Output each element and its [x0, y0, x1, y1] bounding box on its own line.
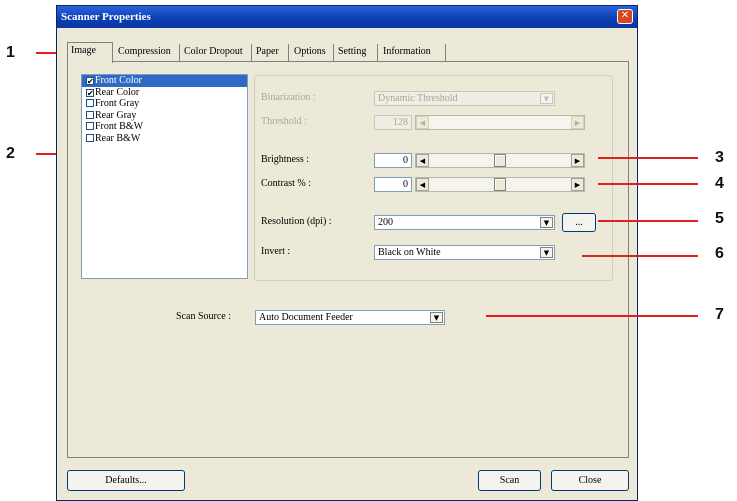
scroll-right-icon[interactable]: ▶ [571, 116, 584, 129]
scan-source-label: Scan Source : [176, 311, 231, 322]
checkbox-front-bw[interactable] [86, 122, 94, 130]
brightness-slider[interactable]: ◀ ▶ [415, 153, 585, 168]
contrast-value[interactable]: 0 [374, 177, 412, 192]
threshold-label: Threshold : [261, 116, 307, 127]
list-item-front-gray[interactable]: Front Gray [82, 98, 247, 110]
list-item-rear-bw[interactable]: Rear B&W [82, 133, 247, 145]
close-icon[interactable]: ✕ [617, 9, 633, 24]
checkbox-front-color[interactable]: ✔ [86, 77, 94, 86]
callout-3: 3 [715, 149, 724, 166]
scroll-right-icon[interactable]: ▶ [571, 178, 584, 191]
binarization-label: Binarization : [261, 92, 316, 103]
scroll-right-icon[interactable]: ▶ [571, 154, 584, 167]
title-bar: Scanner Properties ✕ [57, 6, 637, 28]
callout-2: 2 [6, 145, 15, 162]
scanner-properties-dialog: Scanner Properties ✕ Image Compression C… [56, 5, 638, 501]
contrast-label: Contrast % : [261, 178, 311, 189]
tab-information[interactable]: Information [380, 44, 446, 62]
invert-select[interactable]: Black on White ▼ [374, 245, 555, 260]
tab-setting[interactable]: Setting [335, 44, 378, 62]
resolution-select[interactable]: 200 ▼ [374, 215, 555, 230]
callout-1: 1 [6, 44, 15, 61]
tab-color-dropout[interactable]: Color Dropout [181, 44, 252, 62]
list-item-rear-color[interactable]: ✔Rear Color [82, 87, 247, 99]
close-button[interactable]: Close [551, 470, 629, 491]
brightness-slider-thumb[interactable] [494, 154, 506, 167]
callout-4: 4 [715, 175, 724, 192]
brightness-label: Brightness : [261, 154, 310, 165]
callout-6: 6 [715, 245, 724, 262]
threshold-value[interactable]: 128 [374, 115, 412, 130]
resolution-more-button[interactable]: ... [562, 213, 596, 232]
chevron-down-icon: ▼ [430, 312, 443, 323]
scroll-left-icon[interactable]: ◀ [416, 178, 429, 191]
scan-button[interactable]: Scan [478, 470, 541, 491]
threshold-slider[interactable]: ◀ ▶ [415, 115, 585, 130]
invert-label: Invert : [261, 246, 291, 257]
contrast-slider-thumb[interactable] [494, 178, 506, 191]
scroll-left-icon[interactable]: ◀ [416, 116, 429, 129]
callout-line-6 [582, 255, 698, 257]
callout-7: 7 [715, 306, 724, 323]
checkbox-rear-bw[interactable] [86, 133, 94, 142]
contrast-slider[interactable]: ◀ ▶ [415, 177, 585, 192]
tab-image[interactable]: Image [67, 42, 113, 63]
image-type-list[interactable]: ✔Front Color ✔Rear Color Front Gray Rear… [81, 74, 248, 279]
chevron-down-icon: ▼ [540, 93, 553, 104]
scroll-left-icon[interactable]: ◀ [416, 154, 429, 167]
list-item-front-color[interactable]: ✔Front Color [82, 75, 247, 87]
checkbox-front-gray[interactable] [86, 99, 94, 107]
tab-compression[interactable]: Compression [115, 44, 180, 62]
tab-paper[interactable]: Paper [253, 44, 289, 62]
chevron-down-icon: ▼ [540, 247, 553, 258]
defaults-button[interactable]: Defaults... [67, 470, 185, 491]
checkbox-rear-color[interactable]: ✔ [86, 88, 94, 97]
callout-line-5 [598, 220, 698, 222]
callout-5: 5 [715, 210, 724, 227]
binarization-select[interactable]: Dynamic Threshold ▼ [374, 91, 555, 106]
callout-line-7 [486, 315, 698, 317]
brightness-value[interactable]: 0 [374, 153, 412, 168]
chevron-down-icon: ▼ [540, 217, 553, 228]
list-item-front-bw[interactable]: Front B&W [82, 121, 247, 133]
scan-source-select[interactable]: Auto Document Feeder ▼ [255, 310, 445, 325]
checkbox-rear-gray[interactable] [86, 110, 94, 119]
tab-options[interactable]: Options [291, 44, 334, 62]
resolution-label: Resolution (dpi) : [261, 216, 332, 227]
callout-line-3 [598, 157, 698, 159]
list-item-rear-gray[interactable]: Rear Gray [82, 110, 247, 122]
window-title: Scanner Properties [61, 11, 151, 23]
callout-line-4 [598, 183, 698, 185]
